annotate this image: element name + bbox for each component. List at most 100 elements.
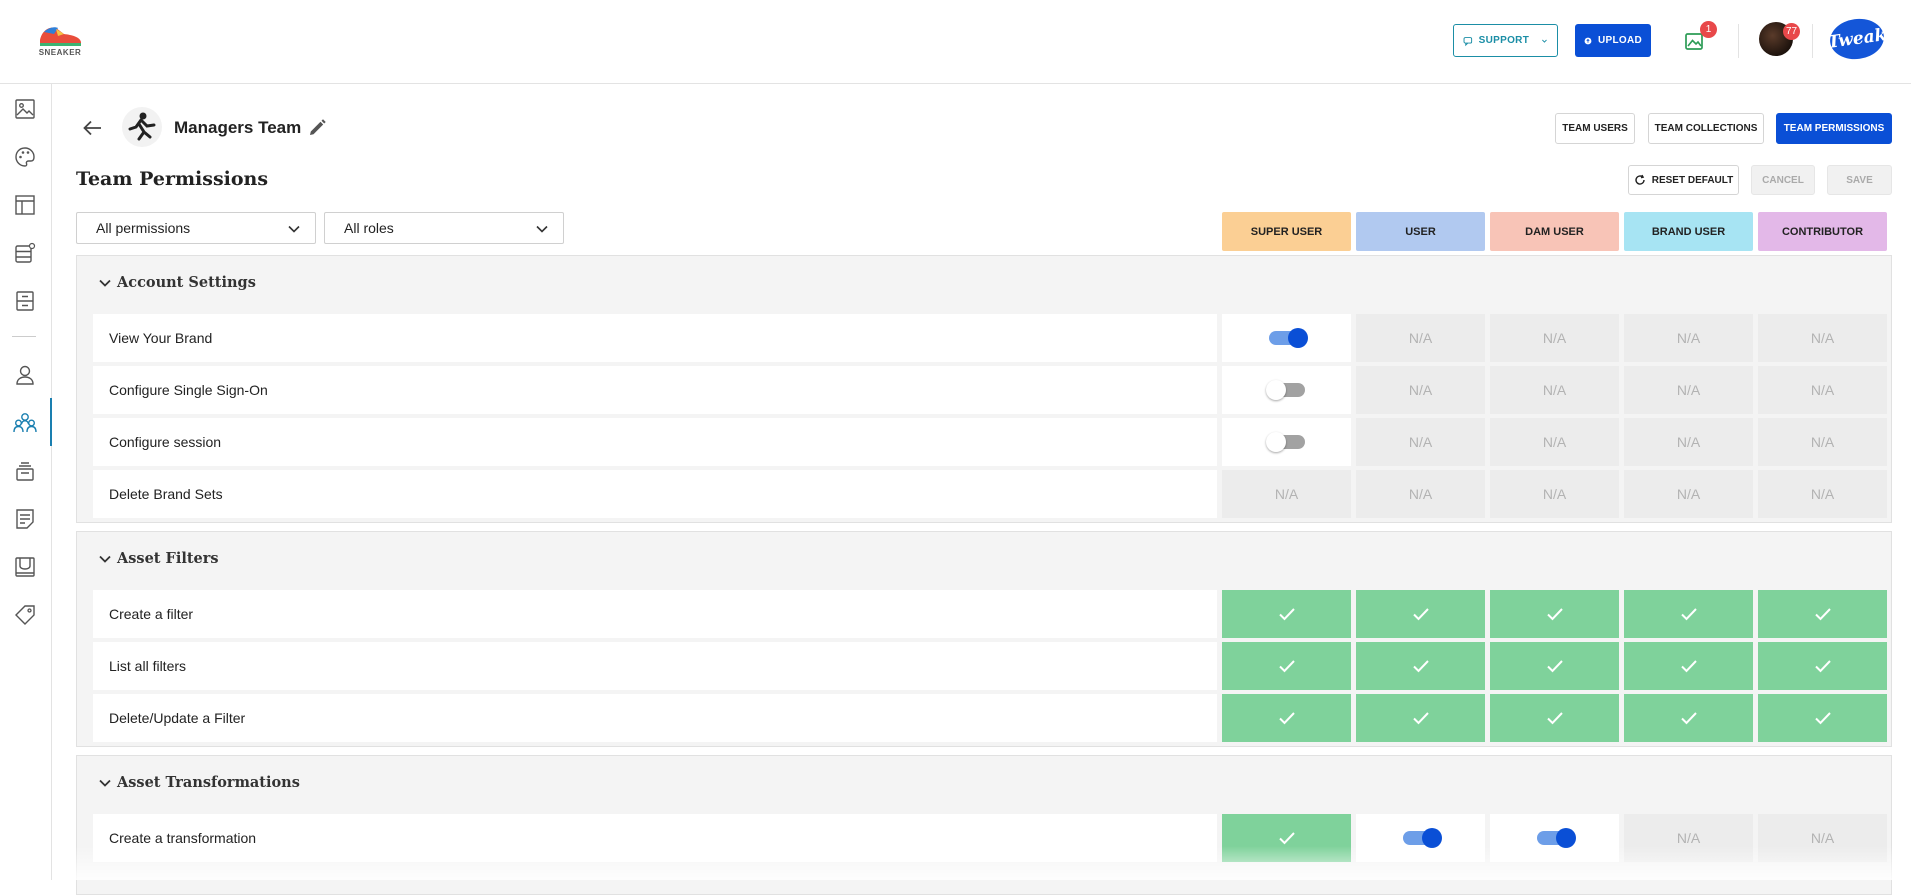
permission-label: Create a filter <box>93 590 1217 638</box>
database-settings-icon[interactable] <box>12 240 38 266</box>
permission-section: Account Settings View Your Brand N/A N/A N/A… <box>76 255 1892 523</box>
section-toggle[interactable]: Account Settings <box>77 256 1891 310</box>
top-bar: SNEAKER SUPPORT UPLOAD 1 77 Tweak <box>0 0 1911 84</box>
permission-label: Delete/Update a Filter <box>93 694 1217 742</box>
na-cell: N/A <box>1624 418 1753 466</box>
na-cell: N/A <box>1222 470 1351 518</box>
archive-icon[interactable] <box>12 288 38 314</box>
check-icon <box>1814 712 1831 725</box>
pencil-icon <box>310 119 326 135</box>
brand-logo[interactable]: SNEAKER <box>34 20 86 60</box>
edit-team-button[interactable] <box>306 117 328 139</box>
chevron-down-icon <box>99 779 111 787</box>
arrow-left-icon <box>83 120 101 136</box>
chat-icon <box>1463 36 1473 46</box>
user-icon[interactable] <box>12 362 38 388</box>
permission-row: Configure Single Sign-On N/A N/A N/A N/A <box>93 366 1887 414</box>
section-toggle[interactable]: Asset Transformations <box>77 756 1891 810</box>
permission-label: View Your Brand <box>93 314 1217 362</box>
tweak-logo[interactable]: Tweak <box>1826 15 1888 63</box>
permission-toggle[interactable] <box>1265 432 1305 452</box>
check-icon <box>1546 660 1563 673</box>
upload-button[interactable]: UPLOAD <box>1575 24 1651 57</box>
layout-icon[interactable] <box>12 192 38 218</box>
toggle-cell <box>1222 418 1351 466</box>
granted-cell <box>1356 642 1485 690</box>
na-cell: N/A <box>1356 314 1485 362</box>
permissions-filter-select[interactable]: All permissions <box>76 212 316 244</box>
back-button[interactable] <box>80 116 106 140</box>
roles-filter-select[interactable]: All roles <box>324 212 564 244</box>
tab-team-users[interactable]: TEAM USERS <box>1555 113 1635 144</box>
inbox-icon[interactable] <box>12 554 38 580</box>
chevron-down-icon <box>99 279 111 287</box>
chevron-down-icon <box>536 225 548 233</box>
na-cell: N/A <box>1624 366 1753 414</box>
role-header-dam-user: DAM USER <box>1490 212 1619 251</box>
team-name: Managers Team <box>174 118 302 137</box>
section-toggle[interactable]: Asset Filters <box>77 532 1891 586</box>
toggle-knob <box>1287 328 1308 348</box>
reset-default-label: RESET DEFAULT <box>1651 174 1734 186</box>
permission-label: Configure Single Sign-On <box>93 366 1217 414</box>
na-cell: N/A <box>1624 470 1753 518</box>
scroll-fade <box>53 846 1911 880</box>
na-cell: N/A <box>1490 418 1619 466</box>
check-icon <box>1412 712 1429 725</box>
upload-icon <box>1584 37 1592 44</box>
granted-cell <box>1222 642 1351 690</box>
na-cell: N/A <box>1490 366 1619 414</box>
na-cell: N/A <box>1758 314 1887 362</box>
granted-cell <box>1490 590 1619 638</box>
check-icon <box>1814 660 1831 673</box>
tab-team-permissions[interactable]: TEAM PERMISSIONS <box>1776 113 1892 144</box>
permission-row: List all filters <box>93 642 1887 690</box>
granted-cell <box>1758 642 1887 690</box>
granted-cell <box>1490 694 1619 742</box>
permission-section: Asset Filters Create a filter List all fil… <box>76 531 1892 747</box>
cancel-button[interactable]: CANCEL <box>1751 165 1815 195</box>
na-cell: N/A <box>1356 418 1485 466</box>
support-button[interactable]: SUPPORT <box>1453 24 1558 57</box>
team-icon[interactable] <box>12 410 38 436</box>
reset-default-button[interactable]: RESET DEFAULT <box>1628 165 1739 195</box>
na-cell: N/A <box>1490 470 1619 518</box>
gallery-notifications-button[interactable]: 1 <box>1683 21 1717 53</box>
check-icon <box>1546 712 1563 725</box>
check-icon <box>1278 608 1295 621</box>
check-icon <box>1546 608 1563 621</box>
role-header-super-user: SUPER USER <box>1222 212 1351 251</box>
image-icon[interactable] <box>12 96 38 122</box>
chevron-down-icon <box>1542 39 1547 43</box>
granted-cell <box>1222 694 1351 742</box>
stack-icon[interactable] <box>12 458 38 484</box>
permission-toggle[interactable] <box>1268 328 1308 348</box>
save-button[interactable]: SAVE <box>1827 165 1892 195</box>
granted-cell <box>1222 590 1351 638</box>
section-title: Asset Transformations <box>117 774 300 791</box>
support-label: SUPPORT <box>1478 35 1530 46</box>
granted-cell <box>1758 590 1887 638</box>
permission-label: List all filters <box>93 642 1217 690</box>
permission-row: Configure session N/A N/A N/A N/A <box>93 418 1887 466</box>
permission-toggle[interactable] <box>1536 828 1576 848</box>
tag-icon[interactable] <box>12 602 38 628</box>
check-icon <box>1680 608 1697 621</box>
palette-icon[interactable] <box>12 144 38 170</box>
na-cell: N/A <box>1356 470 1485 518</box>
sidebar <box>0 84 52 880</box>
tab-team-collections[interactable]: TEAM COLLECTIONS <box>1648 113 1764 144</box>
permission-row: Create a filter <box>93 590 1887 638</box>
document-icon[interactable] <box>12 506 38 532</box>
permission-toggle[interactable] <box>1265 380 1305 400</box>
role-header-user: USER <box>1356 212 1485 251</box>
refresh-icon <box>1635 174 1645 185</box>
permission-label: Configure session <box>93 418 1217 466</box>
check-icon <box>1412 608 1429 621</box>
avatar-badge: 77 <box>1783 23 1801 40</box>
toggle-knob <box>1555 828 1576 848</box>
divider <box>1738 24 1739 58</box>
check-icon <box>1412 660 1429 673</box>
toggle-cell <box>1222 314 1351 362</box>
permission-toggle[interactable] <box>1402 828 1442 848</box>
